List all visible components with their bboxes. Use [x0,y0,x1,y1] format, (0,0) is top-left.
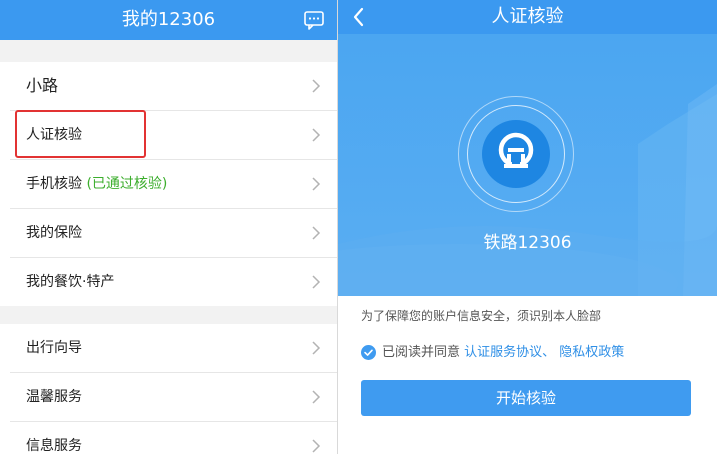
hero-banner: 铁路12306 [338,34,717,296]
page-title: 我的12306 [121,9,216,30]
security-notice: 为了保障您的账户信息安全，须识别本人脸部 [361,309,602,323]
face-verification-screen: 铁路12306 人证核验 为了保障您的账户信息安全，须识别本人脸部 已阅读并同意… [338,0,717,454]
menu-item-label: 我的餐饮·特产 [26,274,115,290]
menu-item-face-verification[interactable]: 人证核验 [10,111,337,160]
agreement-prefix: 已阅读并同意 [382,345,461,360]
phone-verification-label: 手机核验 [26,176,82,192]
chevron-right-icon [312,439,321,453]
menu-item-label: 小路 [26,76,59,95]
left-header: 我的12306 [0,0,337,40]
verified-status: (已通过核验) [86,176,168,192]
message-icon[interactable] [303,9,325,31]
menu-item-info-service[interactable]: 信息服务 [10,422,337,454]
my-12306-screen: 我的12306 小路 人证核验 手机核验 (已通过核验) 我的保险 我的餐饮·特… [0,0,337,454]
menu-item-label: 信息服务 [26,438,82,454]
menu-group-services: 出行向导 温馨服务 信息服务 [0,324,337,454]
menu-item-label: 人证核验 [26,127,82,143]
start-verification-button[interactable]: 开始核验 [361,380,691,416]
menu-item-label: 手机核验 (已通过核验) [26,160,167,208]
chevron-right-icon [312,275,321,289]
right-header: 人证核验 [338,0,717,34]
chevron-right-icon [312,226,321,240]
menu-item-label: 温馨服务 [26,389,82,405]
agreement-text: 已阅读并同意 认证服务协议、 隐私权政策 [382,344,624,362]
menu-item-phone-verification[interactable]: 手机核验 (已通过核验) [10,160,337,209]
chevron-right-icon [312,128,321,142]
brand-name: 铁路12306 [483,233,572,253]
menu-group-account: 小路 人证核验 手机核验 (已通过核验) 我的保险 我的餐饮·特产 [0,62,337,306]
check-circle-icon[interactable] [361,345,376,360]
chevron-right-icon [312,341,321,355]
menu-item-label: 出行向导 [26,340,82,356]
menu-item-insurance[interactable]: 我的保险 [10,209,337,258]
chevron-right-icon [312,79,321,93]
page-title: 人证核验 [491,6,564,27]
menu-item-name[interactable]: 小路 [10,62,337,111]
menu-item-care-service[interactable]: 温馨服务 [10,373,337,422]
menu-item-catering[interactable]: 我的餐饮·特产 [10,258,337,307]
chevron-right-icon [312,390,321,404]
agreement-links[interactable]: 认证服务协议、 隐私权政策 [464,345,624,360]
menu-item-label: 我的保险 [26,225,82,241]
railway-logo-icon [498,132,534,168]
menu-item-travel-guide[interactable]: 出行向导 [10,324,337,373]
chevron-right-icon [312,177,321,191]
